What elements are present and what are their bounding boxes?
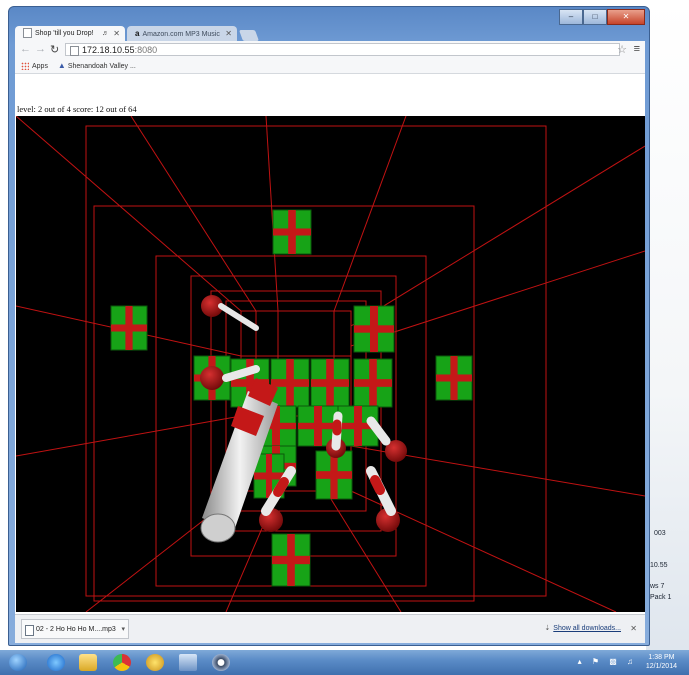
desktop-text-2: 10.55 <box>650 562 668 569</box>
close-shelf-icon[interactable]: ✕ <box>630 619 637 639</box>
window-controls: – □ ✕ <box>559 9 645 25</box>
new-tab-button[interactable] <box>238 30 260 41</box>
game-status: level: 2 out of 4 score: 12 out of 64 <box>17 104 137 114</box>
ie-icon[interactable] <box>44 652 68 673</box>
show-all-downloads-link[interactable]: ⇣ Show all downloads... <box>544 619 621 639</box>
download-arrow-icon: ⇣ <box>544 625 551 632</box>
gift-boxes <box>110 209 473 587</box>
minimize-button[interactable]: – <box>559 9 583 25</box>
address-bar[interactable]: 172.18.10.55:8080 <box>65 43 620 56</box>
tab-shop-till-you-drop[interactable]: Shop 'till you Drop! ♬ ✕ <box>15 26 125 41</box>
tray-icons[interactable]: ▴ ⚑ ▩ ♫ <box>578 657 637 666</box>
gift-box <box>272 209 312 255</box>
desktop-text-3: ws 7 <box>650 583 665 590</box>
apps-grid-icon <box>21 62 29 71</box>
desktop-text-1: 003 <box>654 530 666 537</box>
gift-box <box>310 358 350 408</box>
tab-title: Shop 'till you Drop! <box>35 30 94 37</box>
bookmark-star-icon[interactable]: ☆ <box>617 43 627 56</box>
game-scene <box>15 115 646 613</box>
clock[interactable]: 1:38 PM 12/1/2014 <box>646 653 677 671</box>
close-tab-icon[interactable]: ✕ <box>113 26 120 41</box>
ornament-ball <box>200 366 224 390</box>
menu-icon[interactable]: ≡ <box>634 43 640 55</box>
back-arrow-icon[interactable]: ← <box>20 43 31 55</box>
network-icon[interactable] <box>143 652 167 673</box>
vpn-icon[interactable] <box>209 652 233 673</box>
page-icon <box>23 28 32 39</box>
close-tab-icon[interactable]: ✕ <box>225 26 232 41</box>
start-orb-icon[interactable] <box>6 652 30 673</box>
gift-box <box>271 533 311 587</box>
clock-time: 1:38 PM <box>648 654 675 661</box>
amazon-favicon-icon: a <box>135 29 140 38</box>
browser-toolbar: ← → ↻ 172.18.10.55:8080 ☆ ≡ <box>15 41 645 59</box>
maximize-button[interactable]: □ <box>583 9 607 25</box>
gift-box <box>270 358 310 408</box>
audio-file-icon <box>25 625 34 636</box>
browser-window: – □ ✕ Shop 'till you Drop! ♬ ✕ a Amazon.c… <box>8 6 650 646</box>
page-content: level: 2 out of 4 score: 12 out of 64 <box>15 74 646 614</box>
taskbar: ▴ ⚑ ▩ ♫ 1:38 PM 12/1/2014 <box>0 650 689 675</box>
gift-box <box>353 358 393 408</box>
clock-date: 12/1/2014 <box>645 663 677 670</box>
screenshot-icon[interactable] <box>176 652 200 673</box>
downloads-shelf: 02 - 2 Ho Ho Ho M....mp3 ▾ ⇣ Show all dow… <box>15 614 645 643</box>
bookmark-shenandoah[interactable]: Shenandoah Valley ... <box>68 63 136 70</box>
url-port: :8080 <box>134 45 158 55</box>
page-icon <box>70 46 79 56</box>
bookmarks-bar: Apps ▲ Shenandoah Valley ... <box>15 59 645 74</box>
audio-playing-icon: ♬ <box>102 30 109 37</box>
download-item[interactable]: 02 - 2 Ho Ho Ho M....mp3 ▾ <box>21 619 129 639</box>
explorer-folder-icon[interactable] <box>76 652 100 673</box>
close-window-button[interactable]: ✕ <box>607 9 645 25</box>
bookmark-favicon-icon: ▲ <box>57 61 66 70</box>
reload-icon[interactable]: ↻ <box>50 43 59 56</box>
gift-box <box>110 305 148 351</box>
chevron-down-icon[interactable]: ▾ <box>121 620 125 640</box>
tab-title: Amazon.com MP3 Music <box>142 31 220 38</box>
apps-bookmark[interactable]: Apps <box>32 63 48 70</box>
url-host: 172.18.10.55 <box>82 45 135 55</box>
gift-box <box>353 305 395 353</box>
chrome-icon[interactable] <box>110 652 134 673</box>
tab-strip: Shop 'till you Drop! ♬ ✕ a Amazon.com MP3… <box>15 25 260 41</box>
forward-arrow-icon[interactable]: → <box>35 43 46 55</box>
desktop-background: 003 10.55 ws 7 Pack 1 <box>646 0 689 650</box>
gift-box <box>435 355 473 401</box>
gift-box <box>315 450 353 500</box>
show-all-label: Show all downloads... <box>553 625 621 632</box>
game-canvas[interactable] <box>15 115 646 613</box>
tab-amazon-mp3[interactable]: a Amazon.com MP3 Music ✕ <box>127 26 237 41</box>
desktop-text-4: Pack 1 <box>650 594 672 601</box>
download-filename: 02 - 2 Ho Ho Ho M....mp3 <box>36 626 116 633</box>
